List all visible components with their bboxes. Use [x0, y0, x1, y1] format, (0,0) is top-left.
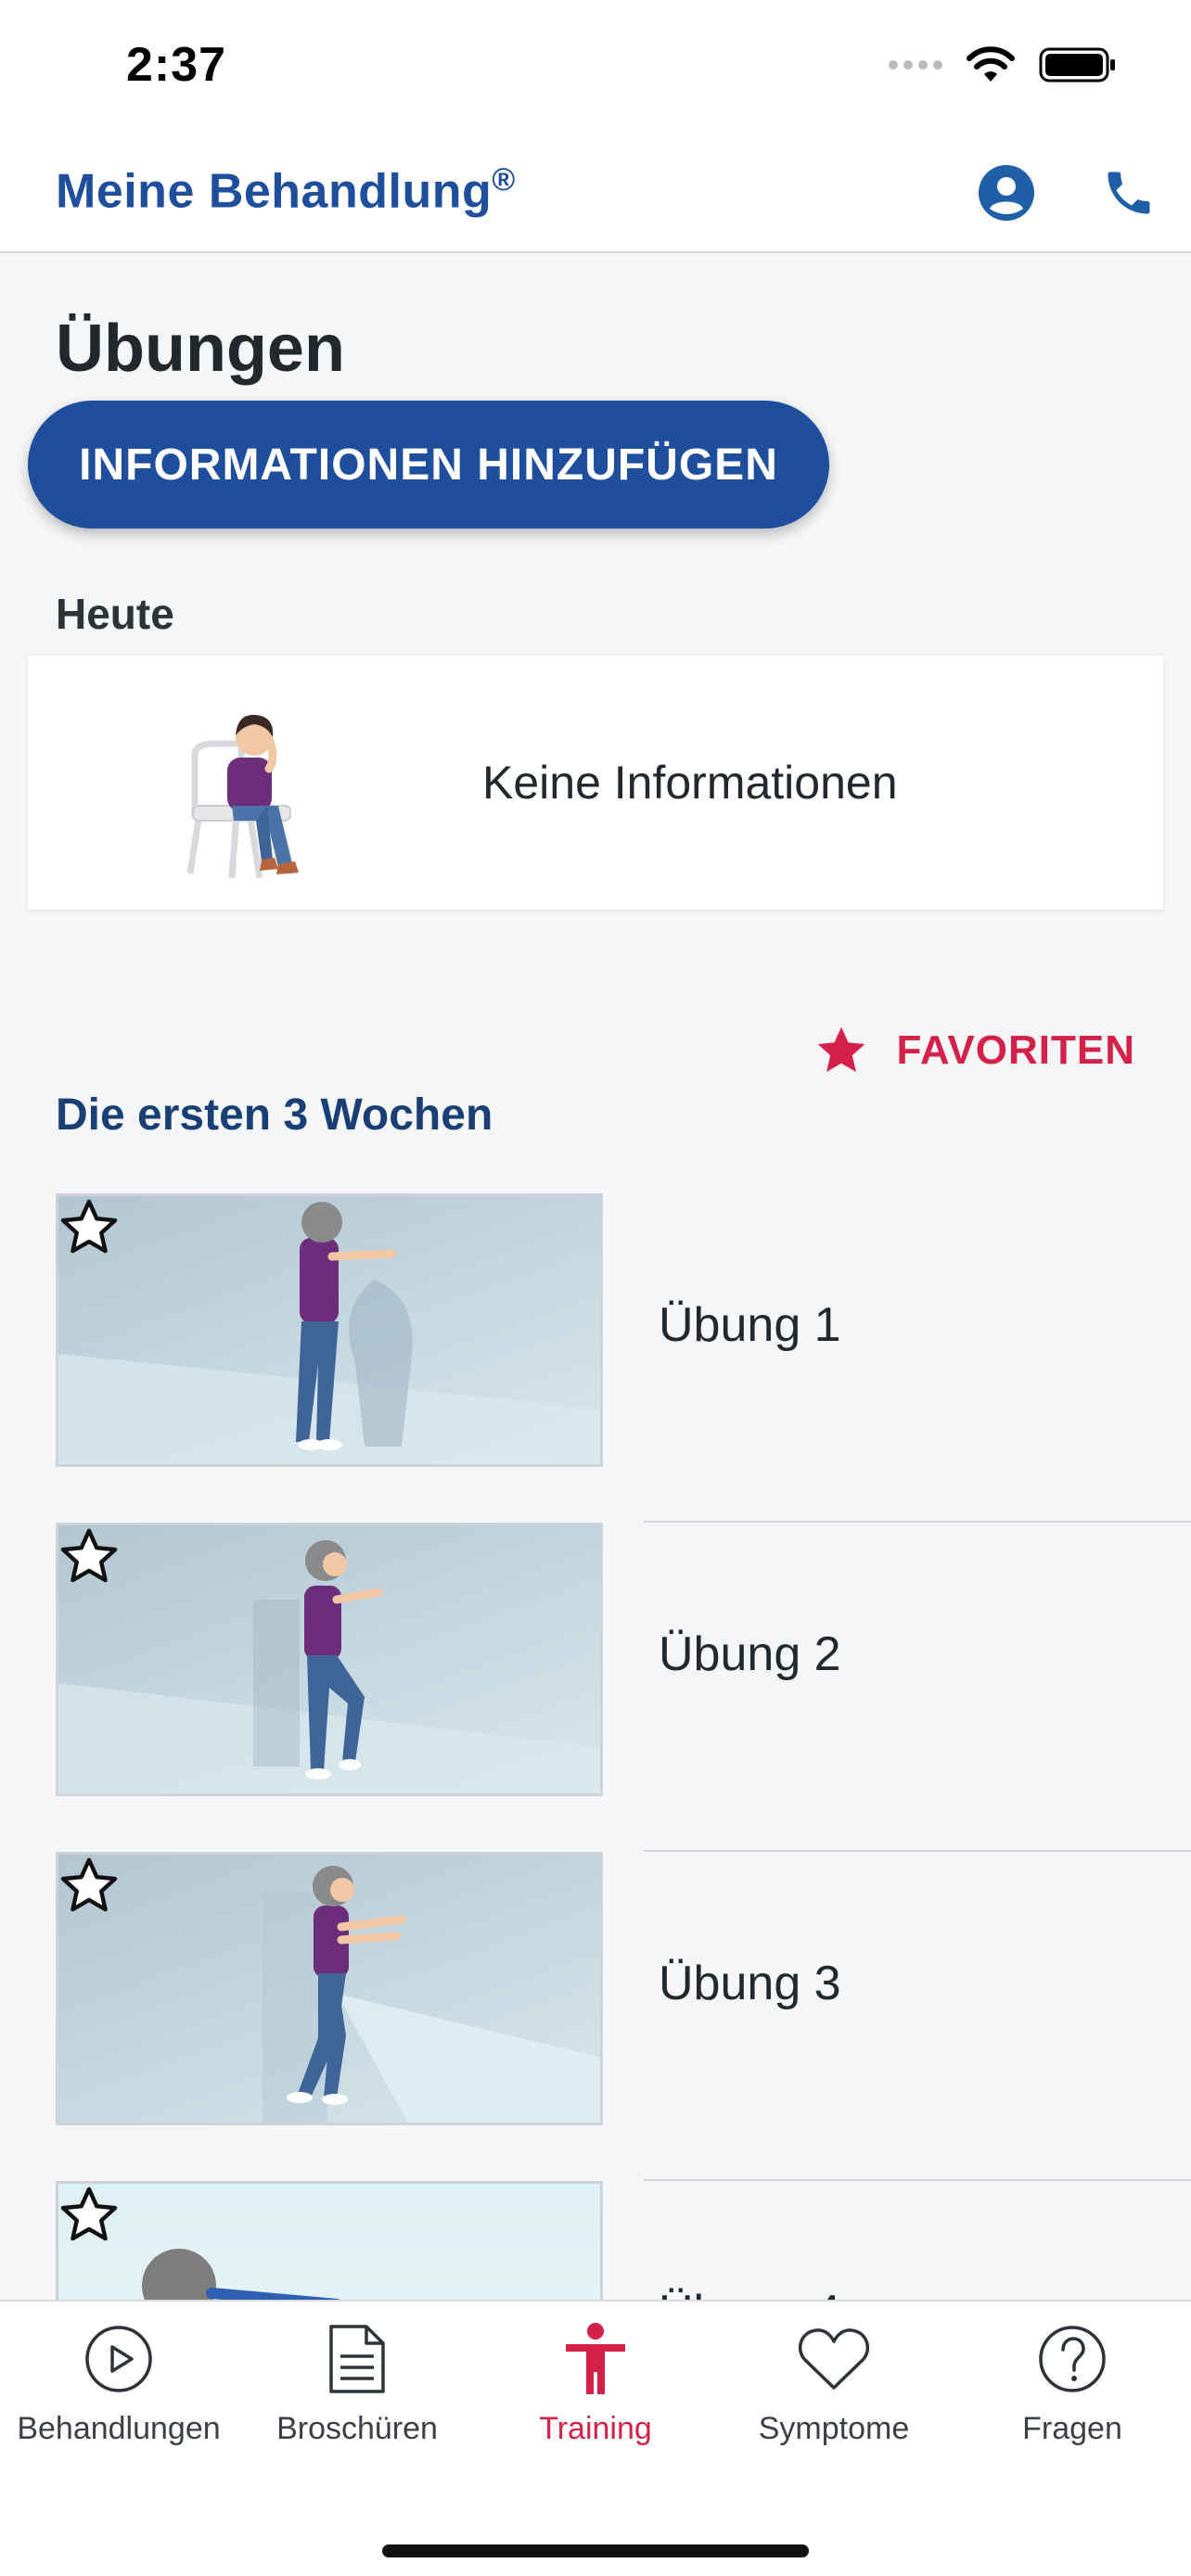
battery-icon — [1039, 47, 1115, 83]
play-circle-icon — [82, 2322, 156, 2396]
wifi-icon — [967, 46, 1015, 82]
nav-item-fragen[interactable]: Fragen — [954, 2322, 1191, 2447]
nav-label: Fragen — [1022, 2411, 1122, 2446]
exercise-label: Übung 4 — [659, 2285, 841, 2300]
exercise-list: Übung 1 Übung 2 Übung 3 — [0, 1193, 1191, 2300]
sitting-woman-illustration — [186, 714, 299, 879]
exercise-3-illustration — [263, 1866, 600, 2123]
brand-title: Meine Behandlung® — [56, 162, 516, 219]
favorites-label: FAVORITEN — [896, 1027, 1135, 1073]
exercise-label: Übung 1 — [659, 1298, 841, 1352]
cellular-signal-icon — [889, 60, 942, 70]
brand-registered-mark: ® — [492, 162, 516, 198]
status-bar: 2:37 — [0, 0, 1191, 134]
brand-name: Meine Behandlung — [56, 164, 493, 219]
status-time: 2:37 — [126, 38, 227, 92]
question-circle-icon — [1035, 2322, 1109, 2396]
exercise-thumbnail[interactable] — [56, 2181, 603, 2300]
exercise-2-illustration — [58, 1540, 600, 1793]
favorite-star-icon[interactable] — [58, 1855, 120, 1916]
exercise-label: Übung 2 — [659, 1627, 841, 1681]
exercise-row-1[interactable]: Übung 1 — [0, 1193, 1191, 1523]
profile-button[interactable] — [976, 162, 1037, 223]
nav-label: Broschüren — [276, 2411, 438, 2446]
document-icon — [320, 2322, 394, 2396]
today-card[interactable]: Keine Informationen — [28, 656, 1163, 910]
nav-item-behandlungen[interactable]: Behandlungen — [0, 2322, 237, 2447]
bottom-navigation: Behandlungen Broschüren Training Symptom… — [0, 2300, 1191, 2576]
exercise-row-3[interactable]: Übung 3 — [0, 1852, 1191, 2181]
favorite-star-icon[interactable] — [58, 1525, 120, 1587]
heart-icon — [797, 2322, 871, 2396]
nav-label: Behandlungen — [17, 2411, 221, 2446]
nav-label: Training — [539, 2411, 652, 2446]
exercise-label: Übung 3 — [659, 1957, 841, 2010]
status-icons — [889, 46, 1117, 83]
nav-item-training[interactable]: Training — [477, 2322, 714, 2447]
exercise-4-illustration — [142, 2249, 340, 2300]
page-title: Übungen — [56, 312, 345, 386]
add-information-button[interactable]: INFORMATIONEN HINZUFÜGEN — [28, 401, 829, 529]
today-empty-text: Keine Informationen — [482, 757, 898, 809]
favorite-star-icon[interactable] — [58, 1196, 120, 1257]
nav-item-broschueren[interactable]: Broschüren — [238, 2322, 476, 2447]
group-heading: Die ersten 3 Wochen — [56, 1090, 493, 1140]
exercise-thumbnail[interactable] — [56, 1852, 603, 2125]
exercise-thumbnail[interactable] — [56, 1193, 603, 1467]
account-circle-icon — [979, 165, 1034, 221]
exercise-thumbnail[interactable] — [56, 1523, 603, 1796]
star-filled-icon — [818, 1027, 865, 1072]
exercise-row-4[interactable]: Übung 4 — [0, 2181, 1191, 2300]
exercise-1-illustration — [58, 1202, 600, 1464]
today-heading: Heute — [56, 590, 174, 638]
nav-item-symptome[interactable]: Symptome — [715, 2322, 953, 2447]
favorites-filter[interactable]: FAVORITEN — [814, 1025, 1135, 1077]
home-indicator — [382, 2544, 809, 2557]
exercise-row-2[interactable]: Übung 2 — [0, 1523, 1191, 1852]
app-header: Meine Behandlung® — [0, 134, 1191, 253]
phone-icon — [1108, 172, 1150, 214]
nav-label: Symptome — [758, 2411, 910, 2446]
favorite-star-icon[interactable] — [58, 2184, 120, 2245]
main-content[interactable]: Übungen INFORMATIONEN HINZUFÜGEN Heute K… — [0, 255, 1191, 2300]
phone-button[interactable] — [1098, 162, 1159, 223]
person-icon — [558, 2322, 633, 2396]
